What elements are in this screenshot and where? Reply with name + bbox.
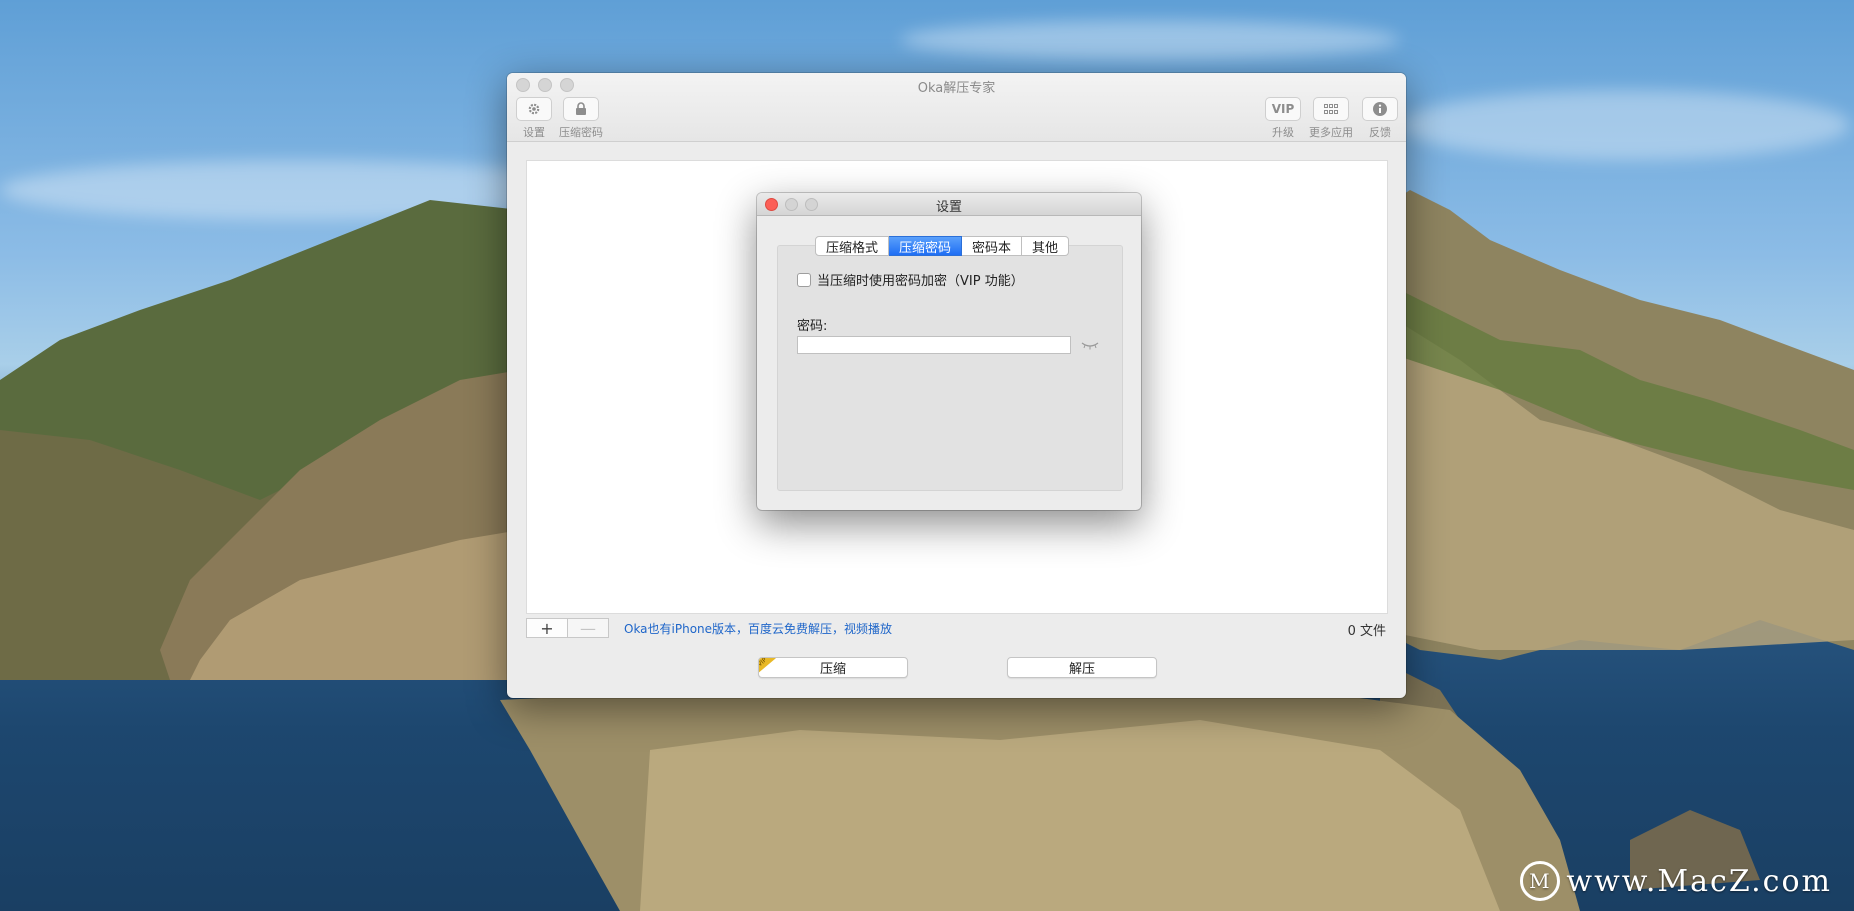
tab-other[interactable]: 其他: [1022, 236, 1070, 256]
encrypt-option[interactable]: 当压缩时使用密码加密（VIP 功能）: [797, 270, 1024, 289]
settings-tabs: 压缩格式 压缩密码 密码本 其他: [815, 236, 1070, 256]
encrypt-checkbox[interactable]: [797, 272, 811, 287]
tab-password-book[interactable]: 密码本: [962, 236, 1023, 256]
dialog-titlebar[interactable]: 设置: [757, 193, 1141, 216]
gear-icon: [516, 97, 552, 121]
password-input[interactable]: [797, 336, 1071, 354]
remove-file-button[interactable]: —: [568, 618, 609, 638]
file-count: 0 文件: [1347, 624, 1386, 639]
toolbar-upgrade-label: 升级: [1272, 126, 1294, 139]
eye-closed-icon[interactable]: [1081, 339, 1099, 351]
vip-ribbon-badge: VIP: [759, 658, 776, 675]
window-titlebar[interactable]: Oka解压专家 设置 压缩密码 VIP 升级 更多应用 反馈: [507, 73, 1406, 142]
watermark-logo: M: [1520, 861, 1561, 901]
promo-link[interactable]: Oka也有iPhone版本，百度云免费解压，视频播放: [624, 620, 892, 637]
extract-button[interactable]: 解压: [1007, 657, 1157, 678]
tab-compress-format[interactable]: 压缩格式: [815, 236, 890, 256]
compress-button[interactable]: VIP 压缩: [758, 657, 908, 678]
grid-icon: [1313, 97, 1349, 121]
toolbar-feedback-label: 反馈: [1369, 126, 1391, 139]
watermark: M www.MacZ.com: [1520, 861, 1832, 901]
password-label: 密码:: [797, 319, 828, 334]
bottom-bar: + — Oka也有iPhone版本，百度云免费解压，视频播放 0 文件: [526, 618, 1386, 640]
toolbar-more-apps-button[interactable]: 更多应用: [1306, 97, 1356, 140]
toolbar-feedback-button[interactable]: 反馈: [1355, 97, 1405, 140]
add-file-button[interactable]: +: [526, 618, 568, 638]
toolbar-more-apps-label: 更多应用: [1309, 126, 1353, 139]
extract-button-label: 解压: [1068, 662, 1095, 677]
dialog-title: 设置: [935, 200, 962, 215]
toolbar-password-label: 压缩密码: [559, 126, 603, 139]
window-title: Oka解压专家: [917, 81, 996, 96]
add-remove-control: + —: [526, 618, 609, 638]
compress-button-label: 压缩: [819, 662, 846, 677]
tab-compress-password[interactable]: 压缩密码: [889, 236, 963, 256]
toolbar-password-button[interactable]: 压缩密码: [556, 97, 606, 140]
encrypt-checkbox-label: 当压缩时使用密码加密（VIP 功能）: [817, 274, 1024, 289]
toolbar-upgrade-button[interactable]: VIP 升级: [1258, 97, 1308, 140]
toolbar-settings-button[interactable]: 设置: [509, 97, 559, 140]
info-icon: [1362, 97, 1398, 121]
watermark-text: www.MacZ.com: [1566, 863, 1832, 899]
settings-dialog: 设置 压缩格式 压缩密码 密码本 其他 当压缩时使用密码加密（VIP 功能） 密…: [757, 193, 1141, 510]
vip-badge: VIP: [1265, 97, 1301, 121]
lock-icon: [563, 97, 599, 121]
left-hills: [0, 200, 520, 680]
bottom-cliff: [500, 690, 1580, 911]
toolbar-settings-label: 设置: [523, 126, 545, 139]
